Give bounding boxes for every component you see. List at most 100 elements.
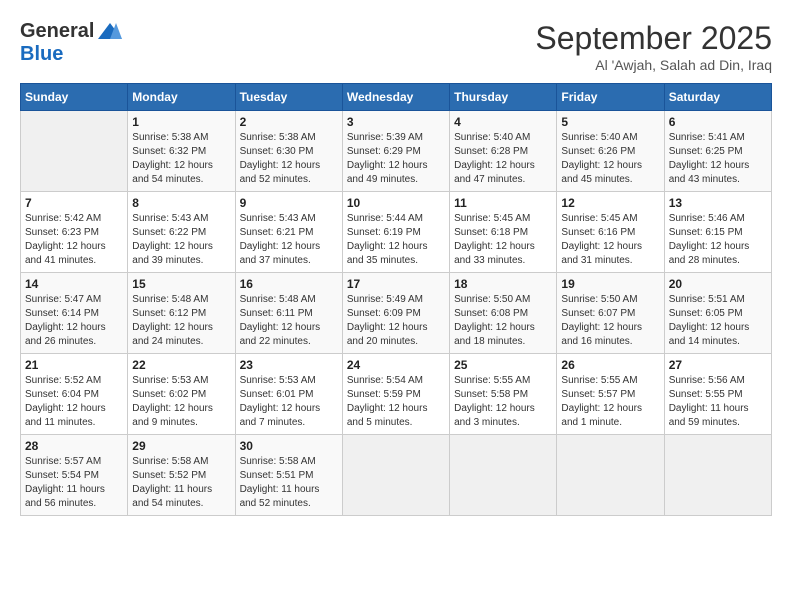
calendar-cell: 11 Sunrise: 5:45 AMSunset: 6:18 PMDayligh… — [450, 192, 557, 273]
day-number: 13 — [669, 196, 767, 210]
logo-text: General — [20, 20, 124, 43]
day-number: 27 — [669, 358, 767, 372]
calendar-cell: 29 Sunrise: 5:58 AMSunset: 5:52 PMDayligh… — [128, 435, 235, 516]
day-info: Sunrise: 5:47 AMSunset: 6:14 PMDaylight:… — [25, 293, 123, 349]
day-info: Sunrise: 5:54 AMSunset: 5:59 PMDaylight:… — [347, 374, 445, 430]
day-info: Sunrise: 5:52 AMSunset: 6:04 PMDaylight:… — [25, 374, 123, 430]
day-number: 2 — [240, 115, 338, 129]
day-number: 4 — [454, 115, 552, 129]
calendar-cell: 9 Sunrise: 5:43 AMSunset: 6:21 PMDaylight… — [235, 192, 342, 273]
day-number: 6 — [669, 115, 767, 129]
week-row-1: 1Sunrise: 5:38 AMSunset: 6:32 PMDaylight… — [21, 111, 772, 192]
day-number: 21 — [25, 358, 123, 372]
calendar-cell: 10 Sunrise: 5:44 AMSunset: 6:19 PMDayligh… — [342, 192, 449, 273]
calendar-cell: 5Sunrise: 5:40 AMSunset: 6:26 PMDaylight… — [557, 111, 664, 192]
calendar-cell: 6 Sunrise: 5:41 AMSunset: 6:25 PMDaylight… — [664, 111, 771, 192]
logo-line2: Blue — [20, 43, 124, 65]
day-info: Sunrise: 5:51 AMSunset: 6:05 PMDaylight:… — [669, 293, 767, 349]
day-number: 17 — [347, 277, 445, 291]
day-header-friday: Friday — [557, 84, 664, 111]
day-header-sunday: Sunday — [21, 84, 128, 111]
calendar-cell: 30Sunrise: 5:58 AMSunset: 5:51 PMDayligh… — [235, 435, 342, 516]
calendar-cell: 1Sunrise: 5:38 AMSunset: 6:32 PMDaylight… — [128, 111, 235, 192]
calendar-cell: 15 Sunrise: 5:48 AMSunset: 6:12 PMDayligh… — [128, 273, 235, 354]
calendar-cell: 18Sunrise: 5:50 AMSunset: 6:08 PMDayligh… — [450, 273, 557, 354]
day-header-thursday: Thursday — [450, 84, 557, 111]
day-header-monday: Monday — [128, 84, 235, 111]
calendar-cell: 23Sunrise: 5:53 AMSunset: 6:01 PMDayligh… — [235, 354, 342, 435]
week-row-5: 28 Sunrise: 5:57 AMSunset: 5:54 PMDayligh… — [21, 435, 772, 516]
title-area: September 2025 Al 'Awjah, Salah ad Din, … — [535, 20, 772, 73]
calendar-cell: 12Sunrise: 5:45 AMSunset: 6:16 PMDayligh… — [557, 192, 664, 273]
day-info: Sunrise: 5:55 AMSunset: 5:58 PMDaylight:… — [454, 374, 552, 430]
day-number: 1 — [132, 115, 230, 129]
calendar-cell: 26Sunrise: 5:55 AMSunset: 5:57 PMDayligh… — [557, 354, 664, 435]
day-number: 25 — [454, 358, 552, 372]
day-number: 19 — [561, 277, 659, 291]
calendar-cell: 24Sunrise: 5:54 AMSunset: 5:59 PMDayligh… — [342, 354, 449, 435]
logo-icon — [96, 21, 124, 43]
day-info: Sunrise: 5:55 AMSunset: 5:57 PMDaylight:… — [561, 374, 659, 430]
calendar-cell: 14 Sunrise: 5:47 AMSunset: 6:14 PMDayligh… — [21, 273, 128, 354]
day-info: Sunrise: 5:40 AMSunset: 6:26 PMDaylight:… — [561, 131, 659, 187]
calendar-cell: 28 Sunrise: 5:57 AMSunset: 5:54 PMDayligh… — [21, 435, 128, 516]
logo: General Blue — [20, 20, 124, 65]
day-info: Sunrise: 5:49 AMSunset: 6:09 PMDaylight:… — [347, 293, 445, 349]
page-header: General Blue September 2025 Al 'Awjah, S… — [20, 20, 772, 73]
day-number: 15 — [132, 277, 230, 291]
day-info: Sunrise: 5:57 AMSunset: 5:54 PMDaylight:… — [25, 455, 123, 511]
day-number: 18 — [454, 277, 552, 291]
day-info: Sunrise: 5:41 AMSunset: 6:25 PMDaylight:… — [669, 131, 767, 187]
day-info: Sunrise: 5:39 AMSunset: 6:29 PMDaylight:… — [347, 131, 445, 187]
day-header-tuesday: Tuesday — [235, 84, 342, 111]
week-row-2: 7 Sunrise: 5:42 AMSunset: 6:23 PMDaylight… — [21, 192, 772, 273]
day-number: 11 — [454, 196, 552, 210]
calendar-cell: 25 Sunrise: 5:55 AMSunset: 5:58 PMDayligh… — [450, 354, 557, 435]
day-info: Sunrise: 5:43 AMSunset: 6:22 PMDaylight:… — [132, 212, 230, 268]
day-info: Sunrise: 5:45 AMSunset: 6:18 PMDaylight:… — [454, 212, 552, 268]
day-header-saturday: Saturday — [664, 84, 771, 111]
calendar-cell: 17 Sunrise: 5:49 AMSunset: 6:09 PMDayligh… — [342, 273, 449, 354]
calendar-cell — [450, 435, 557, 516]
day-header-wednesday: Wednesday — [342, 84, 449, 111]
calendar-cell: 13 Sunrise: 5:46 AMSunset: 6:15 PMDayligh… — [664, 192, 771, 273]
calendar-cell: 2 Sunrise: 5:38 AMSunset: 6:30 PMDaylight… — [235, 111, 342, 192]
day-info: Sunrise: 5:44 AMSunset: 6:19 PMDaylight:… — [347, 212, 445, 268]
day-info: Sunrise: 5:48 AMSunset: 6:11 PMDaylight:… — [240, 293, 338, 349]
day-number: 14 — [25, 277, 123, 291]
day-number: 30 — [240, 439, 338, 453]
day-info: Sunrise: 5:46 AMSunset: 6:15 PMDaylight:… — [669, 212, 767, 268]
calendar-cell: 21 Sunrise: 5:52 AMSunset: 6:04 PMDayligh… — [21, 354, 128, 435]
day-info: Sunrise: 5:42 AMSunset: 6:23 PMDaylight:… — [25, 212, 123, 268]
day-info: Sunrise: 5:56 AMSunset: 5:55 PMDaylight:… — [669, 374, 767, 430]
day-info: Sunrise: 5:48 AMSunset: 6:12 PMDaylight:… — [132, 293, 230, 349]
day-number: 9 — [240, 196, 338, 210]
day-number: 20 — [669, 277, 767, 291]
calendar-cell: 7 Sunrise: 5:42 AMSunset: 6:23 PMDaylight… — [21, 192, 128, 273]
day-number: 28 — [25, 439, 123, 453]
week-row-4: 21 Sunrise: 5:52 AMSunset: 6:04 PMDayligh… — [21, 354, 772, 435]
day-info: Sunrise: 5:50 AMSunset: 6:07 PMDaylight:… — [561, 293, 659, 349]
day-number: 29 — [132, 439, 230, 453]
day-number: 3 — [347, 115, 445, 129]
calendar-cell: 20 Sunrise: 5:51 AMSunset: 6:05 PMDayligh… — [664, 273, 771, 354]
day-number: 10 — [347, 196, 445, 210]
day-info: Sunrise: 5:58 AMSunset: 5:52 PMDaylight:… — [132, 455, 230, 511]
day-number: 22 — [132, 358, 230, 372]
calendar-cell — [664, 435, 771, 516]
day-number: 16 — [240, 277, 338, 291]
calendar-cell: 16 Sunrise: 5:48 AMSunset: 6:11 PMDayligh… — [235, 273, 342, 354]
calendar-cell: 27 Sunrise: 5:56 AMSunset: 5:55 PMDayligh… — [664, 354, 771, 435]
calendar-cell: 4 Sunrise: 5:40 AMSunset: 6:28 PMDaylight… — [450, 111, 557, 192]
calendar-table: SundayMondayTuesdayWednesdayThursdayFrid… — [20, 83, 772, 516]
header-row: SundayMondayTuesdayWednesdayThursdayFrid… — [21, 84, 772, 111]
location-subtitle: Al 'Awjah, Salah ad Din, Iraq — [535, 57, 772, 73]
day-info: Sunrise: 5:43 AMSunset: 6:21 PMDaylight:… — [240, 212, 338, 268]
day-info: Sunrise: 5:40 AMSunset: 6:28 PMDaylight:… — [454, 131, 552, 187]
day-number: 23 — [240, 358, 338, 372]
day-number: 8 — [132, 196, 230, 210]
day-info: Sunrise: 5:45 AMSunset: 6:16 PMDaylight:… — [561, 212, 659, 268]
day-info: Sunrise: 5:38 AMSunset: 6:30 PMDaylight:… — [240, 131, 338, 187]
calendar-cell: 22Sunrise: 5:53 AMSunset: 6:02 PMDayligh… — [128, 354, 235, 435]
day-number: 7 — [25, 196, 123, 210]
